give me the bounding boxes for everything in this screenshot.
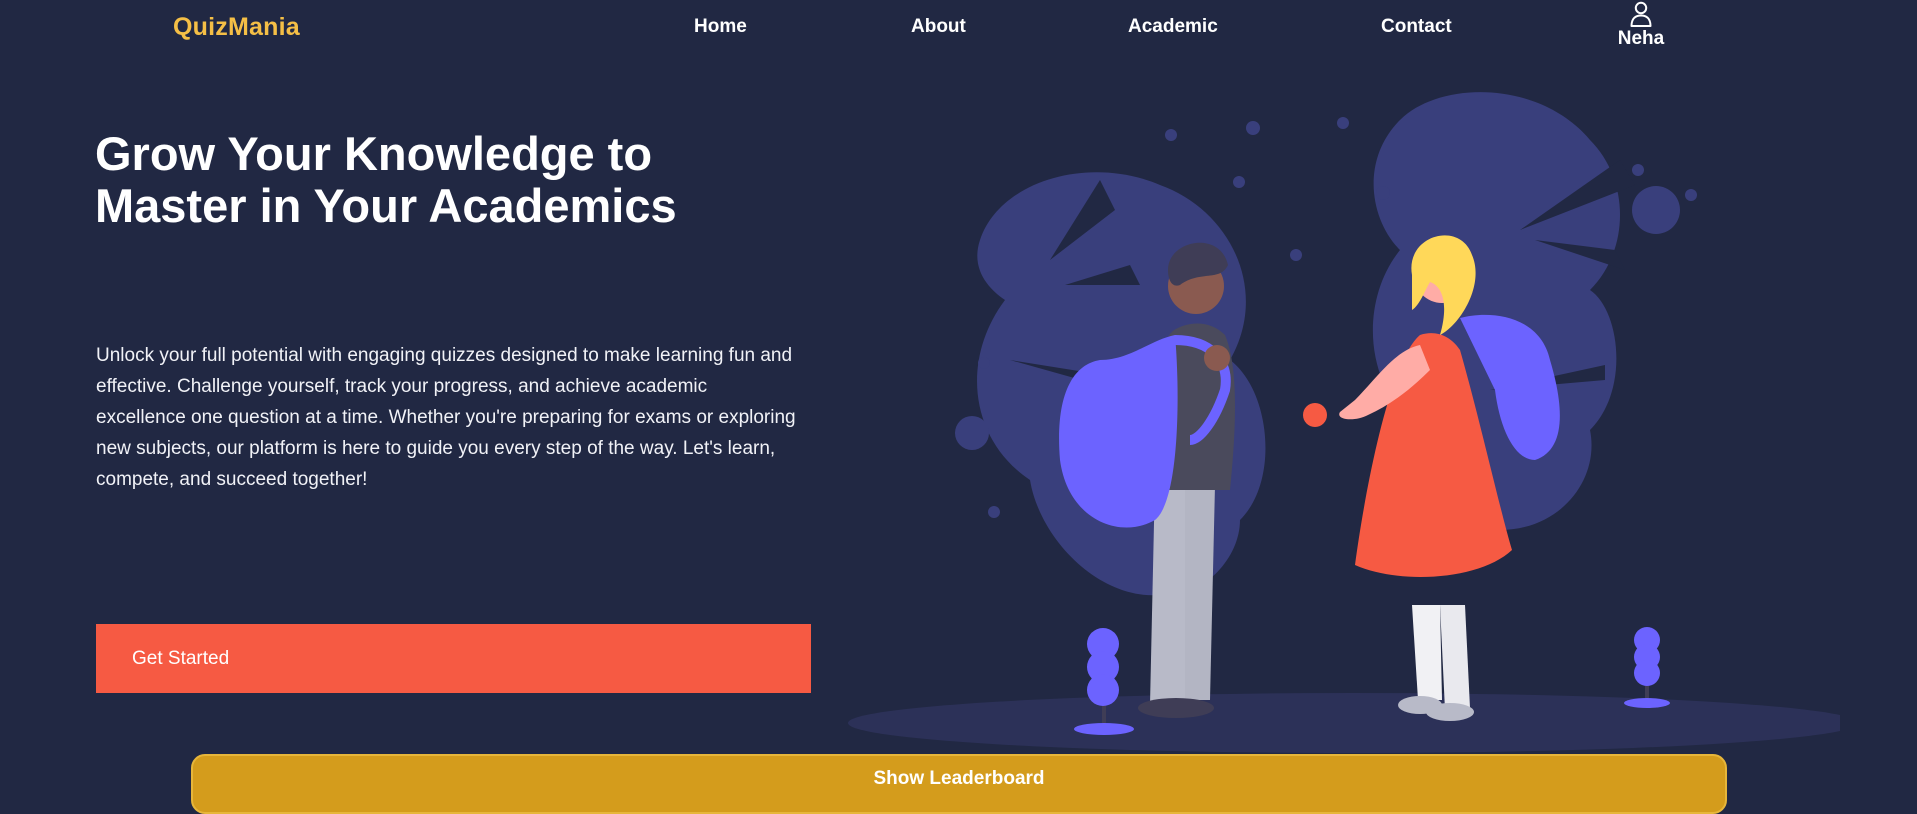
- hero-illustration: [848, 92, 1840, 753]
- nav-contact[interactable]: Contact: [1381, 16, 1452, 38]
- user-icon: [1630, 1, 1652, 27]
- hero-title: Grow Your Knowledge to Master in Your Ac…: [95, 128, 815, 232]
- show-leaderboard-button[interactable]: Show Leaderboard: [191, 754, 1727, 814]
- nav-academic[interactable]: Academic: [1128, 16, 1218, 38]
- floor-shadow: [848, 693, 1840, 753]
- plant-right: [1624, 627, 1670, 708]
- hero-description: Unlock your full potential with engaging…: [96, 345, 796, 490]
- nav-about[interactable]: About: [911, 16, 966, 38]
- hero-title-line-2: Master in Your Academics: [95, 179, 677, 232]
- navbar: QuizMania Home About Academic Contact Ne…: [0, 0, 1917, 60]
- get-started-button[interactable]: Get Started: [96, 624, 811, 693]
- user-name: Neha: [1617, 28, 1665, 49]
- nav-home[interactable]: Home: [694, 16, 747, 38]
- user-menu[interactable]: Neha: [1606, 0, 1676, 50]
- hero-title-line-1: Grow Your Knowledge to: [95, 127, 653, 180]
- brand-logo[interactable]: QuizMania: [173, 13, 300, 42]
